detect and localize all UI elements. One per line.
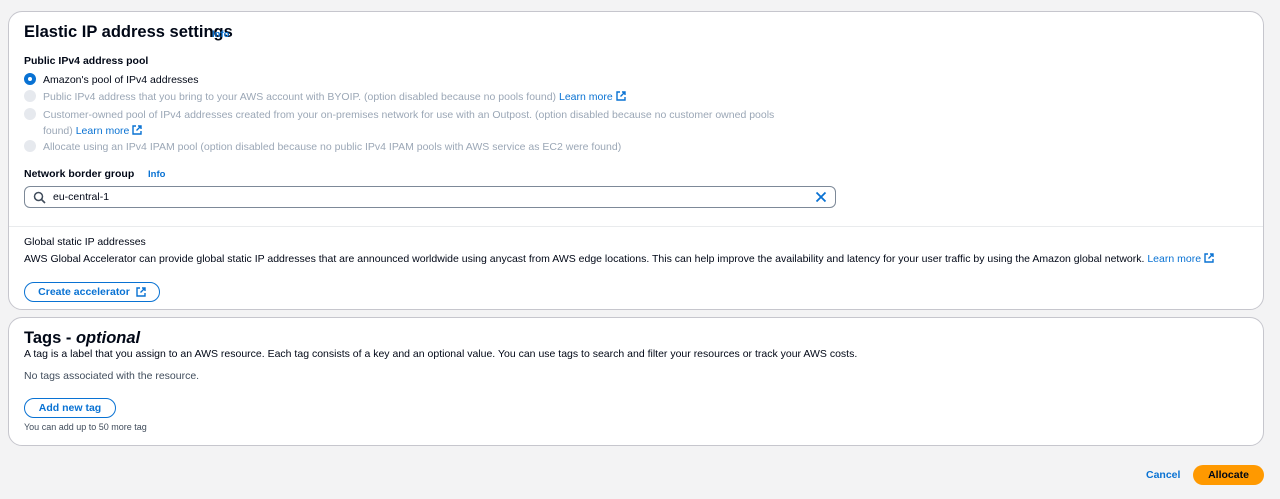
info-link[interactable]: Info [212, 29, 229, 40]
external-link-icon [615, 91, 626, 101]
external-link-icon [136, 287, 146, 297]
section-title-text: Elastic IP address settings [24, 23, 233, 41]
tags-description: A tag is a label that you assign to an A… [24, 348, 858, 360]
radio-label: Public IPv4 address that you bring to yo… [43, 91, 557, 103]
nbg-info-link[interactable]: Info [148, 169, 165, 180]
radio-label: Allocate using an IPv4 IPAM pool (option… [43, 141, 622, 153]
tags-title-optional: optional [75, 329, 141, 347]
radio-amazon-pool[interactable]: Amazon's pool of IPv4 addresses [24, 72, 199, 88]
add-new-tag-button[interactable]: Add new tag [24, 398, 116, 418]
radio-button [24, 140, 36, 152]
radio-label: Amazon's pool of IPv4 addresses [43, 74, 199, 86]
elastic-ip-settings-panel: Elastic IP address settings Info Public … [8, 11, 1264, 310]
clear-icon[interactable] [815, 191, 827, 203]
network-border-group-field[interactable] [24, 186, 836, 208]
radio-button [24, 90, 36, 102]
radio-button [24, 108, 36, 120]
learn-more-link[interactable]: Learn more [559, 91, 626, 103]
tags-panel: Tags - optional A tag is a label that yo… [8, 317, 1264, 446]
allocate-button[interactable]: Allocate [1193, 465, 1264, 485]
network-border-group-input[interactable] [53, 189, 793, 205]
create-accelerator-button[interactable]: Create accelerator [24, 282, 160, 302]
section-title: Elastic IP address settings [24, 23, 233, 42]
section-divider [9, 226, 1263, 227]
radio-label-line2: found) [43, 125, 73, 137]
global-desc-text: AWS Global Accelerator can provide globa… [24, 253, 1145, 265]
tag-limit-text: You can add up to 50 more tag [24, 422, 147, 432]
global-static-ip-description: AWS Global Accelerator can provide globa… [24, 251, 1249, 267]
radio-customer-owned: Customer-owned pool of IPv4 addresses cr… [24, 107, 774, 139]
pool-label: Public IPv4 address pool [24, 55, 149, 67]
radio-label-line1: Customer-owned pool of IPv4 addresses cr… [43, 109, 775, 121]
tags-empty-text: No tags associated with the resource. [24, 370, 200, 382]
learn-more-link[interactable]: Learn more [1147, 253, 1214, 265]
learn-more-link[interactable]: Learn more [76, 125, 143, 137]
tags-title: Tags - optional [24, 329, 140, 348]
cancel-button[interactable]: Cancel [1146, 469, 1180, 481]
global-static-ip-title: Global static IP addresses [24, 236, 146, 248]
radio-button[interactable] [24, 73, 36, 85]
button-label: Create accelerator [38, 286, 130, 298]
tags-title-text: Tags - [24, 329, 76, 347]
search-icon [33, 191, 46, 204]
radio-ipam-pool: Allocate using an IPv4 IPAM pool (option… [24, 139, 621, 155]
button-label: Allocate [1208, 469, 1249, 481]
button-label: Add new tag [38, 402, 102, 414]
network-border-group-label: Network border group [24, 168, 135, 180]
radio-byoip: Public IPv4 address that you bring to yo… [24, 89, 626, 105]
external-link-icon [1204, 253, 1214, 263]
external-link-icon [132, 125, 143, 135]
